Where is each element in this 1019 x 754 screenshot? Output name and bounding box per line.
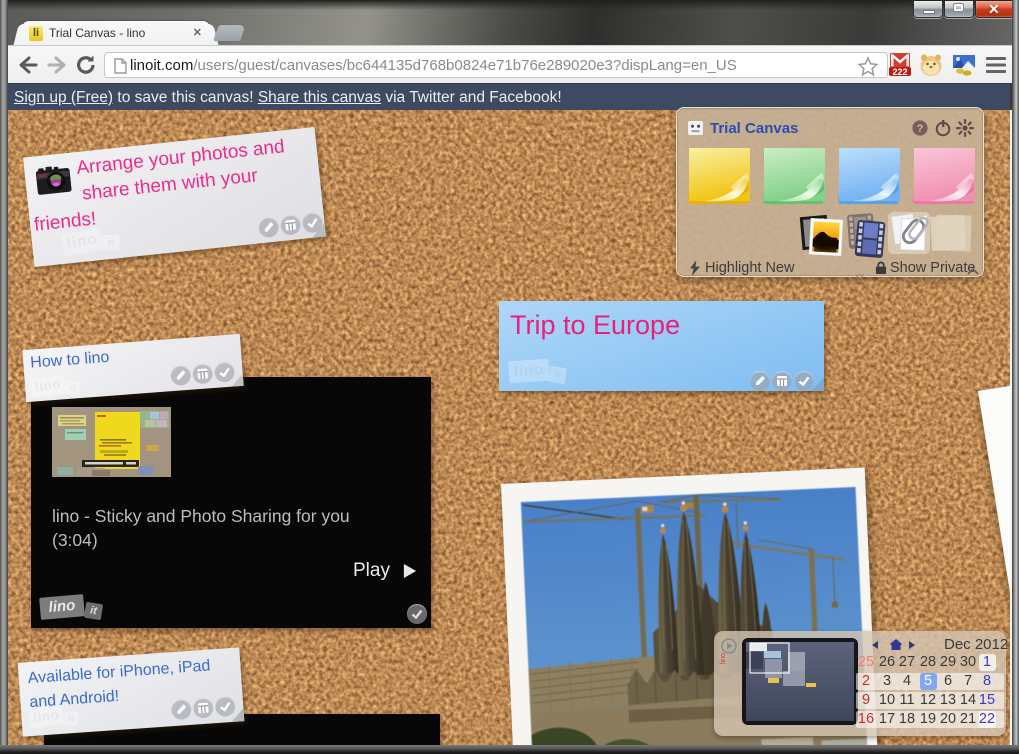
svg-text:222: 222 <box>892 67 907 77</box>
svg-text:?: ? <box>917 123 924 135</box>
